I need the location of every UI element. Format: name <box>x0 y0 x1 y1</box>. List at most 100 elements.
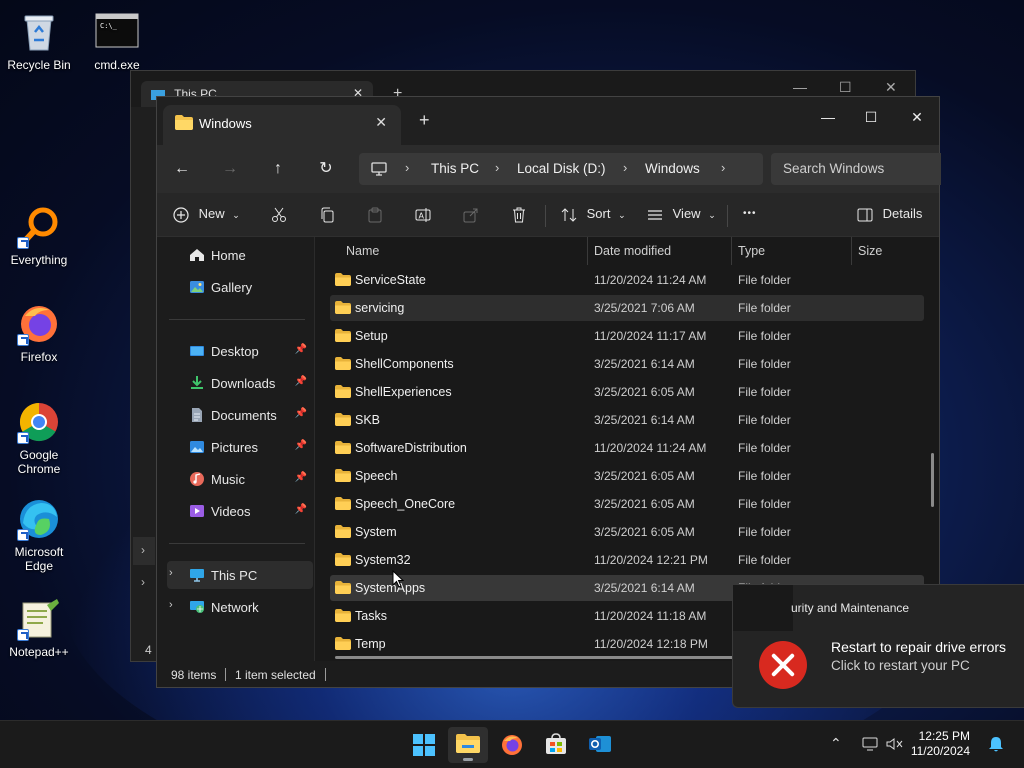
status-divider <box>325 668 326 681</box>
close-tab-icon[interactable]: ✕ <box>375 114 387 131</box>
taskbar-firefox[interactable] <box>492 727 532 763</box>
sidebar-item-gallery[interactable]: Gallery <box>167 273 313 301</box>
sidebar-item-documents[interactable]: Documents 📌 <box>167 401 313 429</box>
search-box[interactable] <box>771 153 941 185</box>
paste-icon[interactable] <box>367 199 383 229</box>
desktop-icon-recycle-bin[interactable]: Recycle Bin <box>1 10 77 72</box>
sidebar-item-pictures[interactable]: Pictures 📌 <box>167 433 313 461</box>
table-row[interactable]: System 3/25/2021 6:05 AM File folder <box>330 519 924 545</box>
column-header-date[interactable]: Date modified <box>594 237 671 265</box>
search-input[interactable] <box>783 161 933 176</box>
sidebar-item-music[interactable]: Music 📌 <box>167 465 313 493</box>
pin-icon[interactable]: 📌 <box>295 472 307 483</box>
maximize-icon[interactable]: ☐ <box>848 103 894 131</box>
breadcrumb-local-disk[interactable]: Local Disk (D:) <box>517 161 606 176</box>
sidebar-item-home[interactable]: Home <box>167 241 313 269</box>
share-icon[interactable] <box>463 199 479 229</box>
minimize-icon[interactable]: — <box>805 103 851 131</box>
more-options-icon[interactable]: ••• <box>743 199 757 229</box>
column-header-name[interactable]: Name <box>346 237 379 265</box>
sidebar-item-this-pc[interactable]: › This PC <box>167 561 313 589</box>
chevron-right-icon[interactable]: › <box>141 543 145 557</box>
start-button[interactable] <box>404 727 444 763</box>
desktop-icon-edge[interactable]: Microsoft Edge <box>1 497 77 573</box>
rename-icon[interactable]: A <box>415 199 431 229</box>
table-row[interactable]: Speech_OneCore 3/25/2021 6:05 AM File fold… <box>330 491 924 517</box>
table-row[interactable]: SoftwareDistribution 11/20/2024 11:24 AM F… <box>330 435 924 461</box>
table-row[interactable]: System32 11/20/2024 12:21 PM File folder <box>330 547 924 573</box>
refresh-icon[interactable]: ↻ <box>315 158 337 180</box>
sidebar-item-label: Desktop <box>211 344 259 359</box>
file-date-modified: 3/25/2021 6:05 AM <box>594 525 695 539</box>
column-divider[interactable] <box>587 237 588 265</box>
column-divider[interactable] <box>731 237 732 265</box>
sidebar-item-videos[interactable]: Videos 📌 <box>167 497 313 525</box>
chevron-right-icon[interactable]: › <box>169 567 173 579</box>
cut-icon[interactable] <box>271 199 287 229</box>
forward-arrow-icon[interactable]: → <box>219 158 241 180</box>
minimize-icon[interactable]: — <box>793 79 807 95</box>
delete-icon[interactable] <box>511 199 527 229</box>
pin-icon[interactable]: 📌 <box>295 408 307 419</box>
chevron-right-icon[interactable]: › <box>721 160 725 175</box>
details-pane-icon <box>857 208 873 222</box>
desktop-icon-notepadpp[interactable]: Notepad++ <box>1 597 77 659</box>
desktop-icon-chrome[interactable]: Google Chrome <box>1 400 77 476</box>
table-row[interactable]: servicing 3/25/2021 7:06 AM File folder <box>330 295 924 321</box>
up-arrow-icon[interactable]: ↑ <box>267 158 289 180</box>
notification-bell-icon[interactable] <box>988 736 1004 753</box>
close-window-icon[interactable]: ✕ <box>894 103 940 131</box>
copy-icon[interactable] <box>319 199 335 229</box>
breadcrumb-this-pc[interactable]: This PC <box>431 161 479 176</box>
chevron-right-icon[interactable]: › <box>169 599 173 611</box>
chevron-right-icon[interactable]: › <box>495 160 499 175</box>
tab-windows[interactable]: Windows ✕ <box>163 105 401 145</box>
breadcrumb-windows[interactable]: Windows <box>645 161 700 176</box>
sidebar-item-desktop[interactable]: Desktop 📌 <box>167 337 313 365</box>
new-button[interactable]: New ⌄ <box>173 199 240 229</box>
sidebar-item-downloads[interactable]: Downloads 📌 <box>167 369 313 397</box>
sort-button[interactable]: Sort ⌄ <box>561 199 626 229</box>
pin-icon[interactable]: 📌 <box>295 376 307 387</box>
new-tab-icon[interactable]: + <box>419 110 430 131</box>
file-date-modified: 11/20/2024 12:18 PM <box>594 637 708 651</box>
table-row[interactable]: Setup 11/20/2024 11:17 AM File folder <box>330 323 924 349</box>
table-row[interactable]: ShellExperiences 3/25/2021 6:05 AM File fo… <box>330 379 924 405</box>
vertical-scrollbar-thumb[interactable] <box>931 453 934 507</box>
desktop-icon-firefox[interactable]: Firefox <box>1 302 77 364</box>
horizontal-scrollbar-thumb[interactable] <box>335 656 737 659</box>
sidebar-item-label: Videos <box>211 504 251 519</box>
close-window-icon[interactable]: ✕ <box>885 79 897 96</box>
desktop-icon-cmd[interactable]: C:\_ cmd.exe <box>79 10 155 72</box>
taskbar-file-explorer[interactable] <box>448 727 488 763</box>
chevron-right-icon[interactable]: › <box>405 160 409 175</box>
desktop-icon-everything[interactable]: Everything <box>1 205 77 267</box>
view-button[interactable]: View ⌄ <box>647 199 716 229</box>
column-header-type[interactable]: Type <box>738 237 765 265</box>
sidebar-item-label: Music <box>211 472 245 487</box>
back-arrow-icon[interactable]: ← <box>171 158 193 180</box>
volume-muted-icon[interactable] <box>886 737 904 751</box>
column-divider[interactable] <box>851 237 852 265</box>
maximize-icon[interactable]: ☐ <box>839 79 852 96</box>
pin-icon[interactable]: 📌 <box>295 440 307 451</box>
file-name: ShellExperiences <box>355 385 452 399</box>
pin-icon[interactable]: 📌 <box>295 504 307 515</box>
monitor-icon[interactable] <box>862 737 878 751</box>
breadcrumb[interactable]: › This PC › Local Disk (D:) › Windows › <box>359 153 763 185</box>
chevron-right-icon[interactable]: › <box>141 575 145 589</box>
chevron-right-icon[interactable]: › <box>623 160 627 175</box>
pin-icon[interactable]: 📌 <box>295 344 307 355</box>
sidebar-item-network[interactable]: › Network <box>167 593 313 621</box>
chevron-up-icon[interactable]: ⌃ <box>830 735 842 752</box>
taskbar-microsoft-store[interactable] <box>536 727 576 763</box>
details-button[interactable]: Details <box>857 199 922 229</box>
notification-toast[interactable]: urity and Maintenance Restart to repair … <box>732 584 1024 708</box>
table-row[interactable]: SKB 3/25/2021 6:14 AM File folder <box>330 407 924 433</box>
taskbar-outlook[interactable] <box>580 727 620 763</box>
column-header-size[interactable]: Size <box>858 237 882 265</box>
table-row[interactable]: ShellComponents 3/25/2021 6:14 AM File fol… <box>330 351 924 377</box>
table-row[interactable]: ServiceState 11/20/2024 11:24 AM File fold… <box>330 267 924 293</box>
table-row[interactable]: Speech 3/25/2021 6:05 AM File folder <box>330 463 924 489</box>
taskbar-clock[interactable]: 12:25 PM 11/20/2024 <box>906 729 970 759</box>
